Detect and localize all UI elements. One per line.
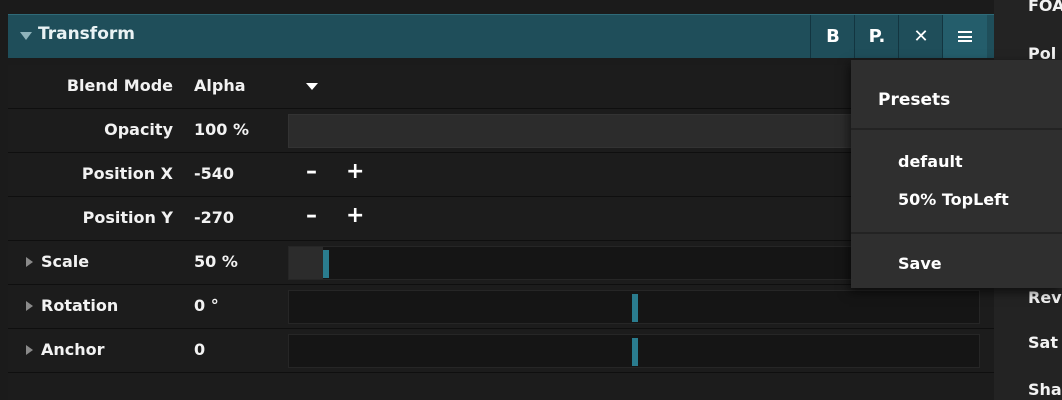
next-row	[8, 373, 994, 400]
side-item[interactable]: Rev	[1028, 288, 1062, 307]
expand-triangle-icon[interactable]	[26, 345, 33, 355]
blend-mode-value[interactable]: Alpha	[194, 76, 246, 95]
anchor-slider-handle[interactable]	[632, 338, 638, 366]
rotation-label: Rotation	[41, 296, 119, 315]
presets-popup-menu: Presets default 50% TopLeft Save	[851, 60, 1062, 288]
menu-button[interactable]	[942, 15, 987, 58]
transform-panel: Transform B P. ✕ Blend Mode Alpha Opacit…	[0, 0, 994, 400]
position-y-value[interactable]: -270	[194, 208, 234, 227]
opacity-row: Opacity 100 %	[8, 109, 994, 153]
rotation-label-cell[interactable]: Rotation	[8, 285, 181, 328]
rotation-row: Rotation 0 °	[8, 285, 994, 329]
side-item[interactable]: FOA	[1028, 0, 1062, 15]
anchor-label-cell[interactable]: Anchor	[8, 329, 181, 372]
opacity-label-cell: Opacity	[8, 109, 181, 152]
transform-header[interactable]: Transform B P. ✕	[8, 14, 994, 58]
side-item[interactable]: Sha	[1028, 380, 1062, 399]
preset-save-button[interactable]: Save	[898, 254, 942, 273]
opacity-value[interactable]: 100 %	[194, 120, 249, 139]
position-y-increment-button[interactable]: +	[346, 203, 364, 228]
blend-mode-label: Blend Mode	[66, 76, 173, 95]
preset-item-50-topleft[interactable]: 50% TopLeft	[898, 190, 1009, 209]
position-x-label: Position X	[81, 164, 173, 183]
scale-label: Scale	[41, 252, 90, 271]
position-x-value[interactable]: -540	[194, 164, 234, 183]
hamburger-icon	[958, 31, 972, 42]
position-y-label-cell: Position Y	[8, 197, 181, 240]
scale-label-cell[interactable]: Scale	[8, 241, 181, 284]
blend-mode-row: Blend Mode Alpha	[8, 65, 994, 109]
dropdown-arrow-icon[interactable]	[306, 83, 318, 90]
transform-title: Transform	[38, 24, 135, 44]
scale-value[interactable]: 50 %	[194, 252, 238, 271]
position-x-increment-button[interactable]: +	[346, 159, 364, 184]
collapse-triangle-icon[interactable]	[20, 32, 32, 40]
presets-button[interactable]: P.	[854, 15, 899, 58]
anchor-label: Anchor	[41, 340, 105, 359]
menu-divider	[851, 232, 1062, 234]
blend-mode-label-cell: Blend Mode	[8, 65, 181, 108]
position-x-label-cell: Position X	[8, 153, 181, 196]
rotation-slider[interactable]	[288, 290, 980, 324]
menu-divider	[851, 128, 1062, 130]
scale-row: Scale 50 %	[8, 241, 994, 285]
anchor-row: Anchor 0	[8, 329, 994, 373]
rotation-value[interactable]: 0 °	[194, 296, 219, 315]
preset-item-default[interactable]: default	[898, 152, 963, 171]
side-item[interactable]: Sat	[1028, 333, 1058, 352]
presets-menu-title: Presets	[878, 90, 951, 110]
scale-slider-handle[interactable]	[323, 250, 329, 278]
position-x-decrement-button[interactable]: –	[306, 159, 317, 184]
anchor-value[interactable]: 0	[194, 340, 205, 359]
position-y-label: Position Y	[82, 208, 173, 227]
position-x-row: Position X -540 – +	[8, 153, 994, 197]
position-y-decrement-button[interactable]: –	[306, 203, 317, 228]
opacity-label: Opacity	[104, 120, 173, 139]
close-button[interactable]: ✕	[898, 15, 943, 58]
scale-slider-fill	[289, 247, 323, 279]
rotation-slider-handle[interactable]	[632, 294, 638, 322]
expand-triangle-icon[interactable]	[26, 301, 33, 311]
expand-triangle-icon[interactable]	[26, 257, 33, 267]
anchor-slider[interactable]	[288, 334, 980, 368]
position-y-row: Position Y -270 – +	[8, 197, 994, 241]
bypass-button[interactable]: B	[810, 15, 855, 58]
